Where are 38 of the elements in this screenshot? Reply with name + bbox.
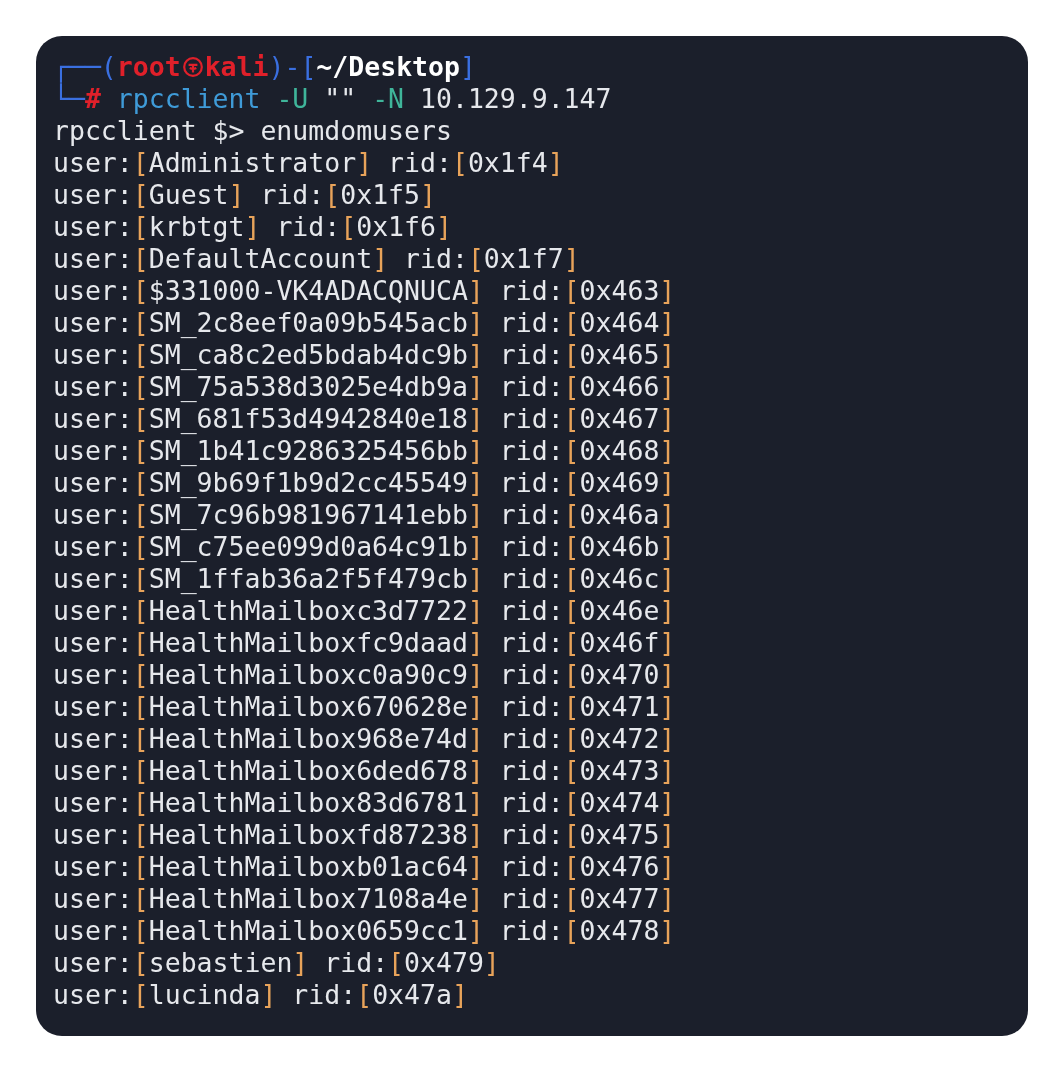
output-line: user:[HealthMailbox670628e] rid:[0x471]: [53, 691, 676, 723]
command-text: rpcclient -U "" -N 10.129.9.147: [115, 83, 612, 115]
output-line: user:[HealthMailboxfd87238] rid:[0x475]: [53, 819, 676, 851]
prompt-decoration: ]: [459, 51, 476, 83]
prompt-decoration: ┌──(: [53, 51, 117, 83]
output-line: user:[krbtgt] rid:[0x1f6]: [53, 211, 452, 243]
output-line: user:[SM_1ffab36a2f5f479cb] rid:[0x46c]: [53, 563, 676, 595]
output-line: user:[SM_75a538d3025e4db9a] rid:[0x466]: [53, 371, 676, 403]
output-line: user:[HealthMailboxb01ac64] rid:[0x476]: [53, 851, 676, 883]
prompt-decoration: )-[: [268, 51, 317, 83]
output-line: user:[SM_9b69f1b9d2cc45549] rid:[0x469]: [53, 467, 676, 499]
output-line: user:[HealthMailbox968e74d] rid:[0x472]: [53, 723, 676, 755]
circled-symbol-icon: [181, 56, 204, 78]
output-line: user:[SM_c75ee099d0a64c91b] rid:[0x46b]: [53, 531, 676, 563]
output-line: user:[$331000-VK4ADACQNUCA] rid:[0x463]: [53, 275, 676, 307]
output-line: user:[Guest] rid:[0x1f5]: [53, 179, 436, 211]
output-line: user:[SM_2c8eef0a09b545acb] rid:[0x464]: [53, 307, 676, 339]
prompt-host: kali: [204, 51, 269, 83]
output-line: user:[HealthMailboxfc9daad] rid:[0x46f]: [53, 627, 676, 659]
output-line: user:[HealthMailboxc0a90c9] rid:[0x470]: [53, 659, 676, 691]
output-line: user:[HealthMailbox7108a4e] rid:[0x477]: [53, 883, 676, 915]
output-line: user:[sebastien] rid:[0x479]: [53, 947, 500, 979]
prompt-path: ~/Desktop: [316, 51, 460, 83]
output-line: user:[lucinda] rid:[0x47a]: [53, 979, 468, 1011]
output-line: user:[SM_7c96b981967141ebb] rid:[0x46a]: [53, 499, 676, 531]
output-line: user:[DefaultAccount] rid:[0x1f7]: [53, 243, 580, 275]
output-line: user:[SM_1b41c9286325456bb] rid:[0x468]: [53, 435, 676, 467]
prompt-decoration: └─: [53, 83, 85, 115]
prompt-symbol: #: [84, 83, 101, 115]
output-line: user:[HealthMailboxc3d7722] rid:[0x46e]: [53, 595, 676, 627]
output-line: user:[SM_681f53d4942840e18] rid:[0x467]: [53, 403, 676, 435]
output-line: rpcclient $> enumdomusers: [53, 115, 452, 147]
prompt-user: root: [116, 51, 181, 83]
output-line: user:[SM_ca8c2ed5bdab4dc9b] rid:[0x465]: [53, 339, 676, 371]
output-line: user:[Administrator] rid:[0x1f4]: [53, 147, 564, 179]
output-line: user:[HealthMailbox0659cc1] rid:[0x478]: [53, 915, 676, 947]
output-line: user:[HealthMailbox83d6781] rid:[0x474]: [53, 787, 676, 819]
output-line: user:[HealthMailbox6ded678] rid:[0x473]: [53, 755, 676, 787]
